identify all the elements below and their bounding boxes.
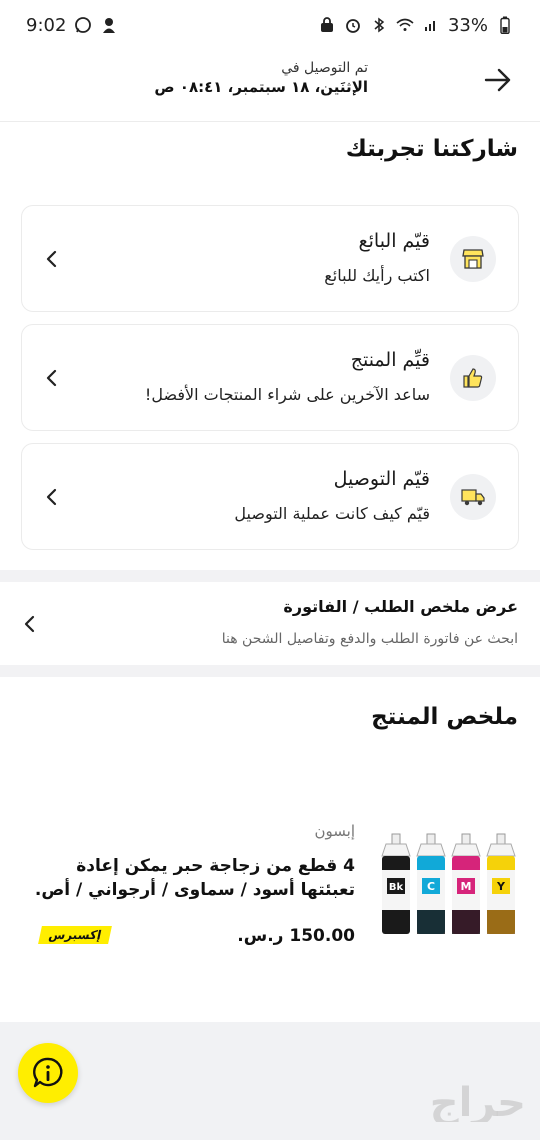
section-divider [0, 665, 540, 677]
store-icon [462, 249, 484, 269]
bottle-label-c: C [427, 880, 435, 893]
delivered-label: تم التوصيل في [281, 60, 368, 76]
status-bar: 9:02 33% [0, 0, 540, 50]
rate-delivery-card[interactable]: قيّم التوصيل قيّم كيف كانت عملية التوصيل [21, 443, 519, 550]
lock-icon [318, 16, 336, 34]
card-icon-container [450, 236, 496, 282]
alarm-icon [344, 16, 362, 34]
status-left: 9:02 [26, 15, 118, 36]
chevron-left-icon [18, 611, 40, 637]
product-brand: إبسون [314, 822, 356, 840]
chevron-left-icon [40, 484, 62, 510]
status-time: 9:02 [26, 14, 67, 36]
whatsapp-icon [74, 16, 92, 34]
card-subtitle: قيّم كيف كانت عملية التوصيل [234, 504, 430, 523]
bottle-label-m: M [461, 880, 472, 893]
order-summary-link[interactable]: عرض ملخص الطلب / الفاتورة ابحث عن فاتورة… [0, 583, 540, 665]
feedback-title: شاركتنا تجربتك [345, 136, 518, 162]
info-chat-icon [33, 1057, 63, 1088]
product-item[interactable]: Bk C M Y إبسون 4 قطع من زجاجة حبر يمكن إ… [0, 820, 540, 960]
status-right: 33% [318, 15, 514, 36]
product-summary-title: ملخص المنتج [371, 704, 518, 730]
battery-percent: 33% [447, 14, 488, 36]
thumbs-up-icon [463, 368, 483, 388]
card-title: قيّم التوصيل [333, 468, 430, 490]
product-image[interactable]: Bk C M Y [378, 832, 520, 937]
help-button[interactable] [18, 1043, 78, 1103]
bottle-label-y: Y [496, 880, 506, 893]
wifi-icon [396, 16, 414, 34]
card-icon-container [450, 474, 496, 520]
card-title: قيِّم المنتج [350, 349, 430, 371]
order-summary-title: عرض ملخص الطلب / الفاتورة [283, 597, 518, 616]
product-name: 4 قطع من زجاجة حبر يمكن إعادة تعبئتها أس… [34, 856, 355, 900]
express-badge: إكسبرس [38, 926, 113, 944]
haraj-watermark: حراج [429, 1080, 526, 1126]
back-button[interactable] [478, 60, 518, 100]
card-subtitle: اكتب رأيك للبائع [324, 266, 430, 285]
product-price: 150.00 ر.س. [237, 926, 355, 946]
bottle-label-bk: Bk [389, 882, 404, 893]
card-icon-container [450, 355, 496, 401]
header: تم التوصيل في الإثنَين، ١٨ سبتمبر، ٠٨:٤١… [0, 50, 540, 122]
signal-icon [422, 16, 440, 34]
bluetooth-icon [370, 16, 388, 34]
notification-icon [100, 16, 118, 34]
delivery-info: تم التوصيل في الإثنَين، ١٨ سبتمبر، ٠٨:٤١… [154, 60, 368, 96]
card-title: قيّم البائع [358, 230, 431, 252]
arrow-right-icon [484, 68, 511, 92]
gesture-bar [0, 1122, 540, 1140]
rate-seller-card[interactable]: قيّم البائع اكتب رأيك للبائع [21, 205, 519, 312]
order-summary-subtitle: ابحث عن فاتورة الطلب والدفع وتفاصيل الشح… [221, 631, 518, 647]
battery-icon [496, 16, 514, 34]
card-subtitle: ساعد الآخرين على شراء المنتجات الأفضل! [144, 385, 430, 404]
section-divider [0, 570, 540, 582]
delivery-date: الإثنَين، ١٨ سبتمبر، ٠٨:٤١ ص [154, 78, 368, 96]
delivery-truck-icon [461, 489, 485, 506]
chevron-left-icon [40, 246, 62, 272]
rate-product-card[interactable]: قيِّم المنتج ساعد الآخرين على شراء المنت… [21, 324, 519, 431]
chevron-left-icon [40, 365, 62, 391]
